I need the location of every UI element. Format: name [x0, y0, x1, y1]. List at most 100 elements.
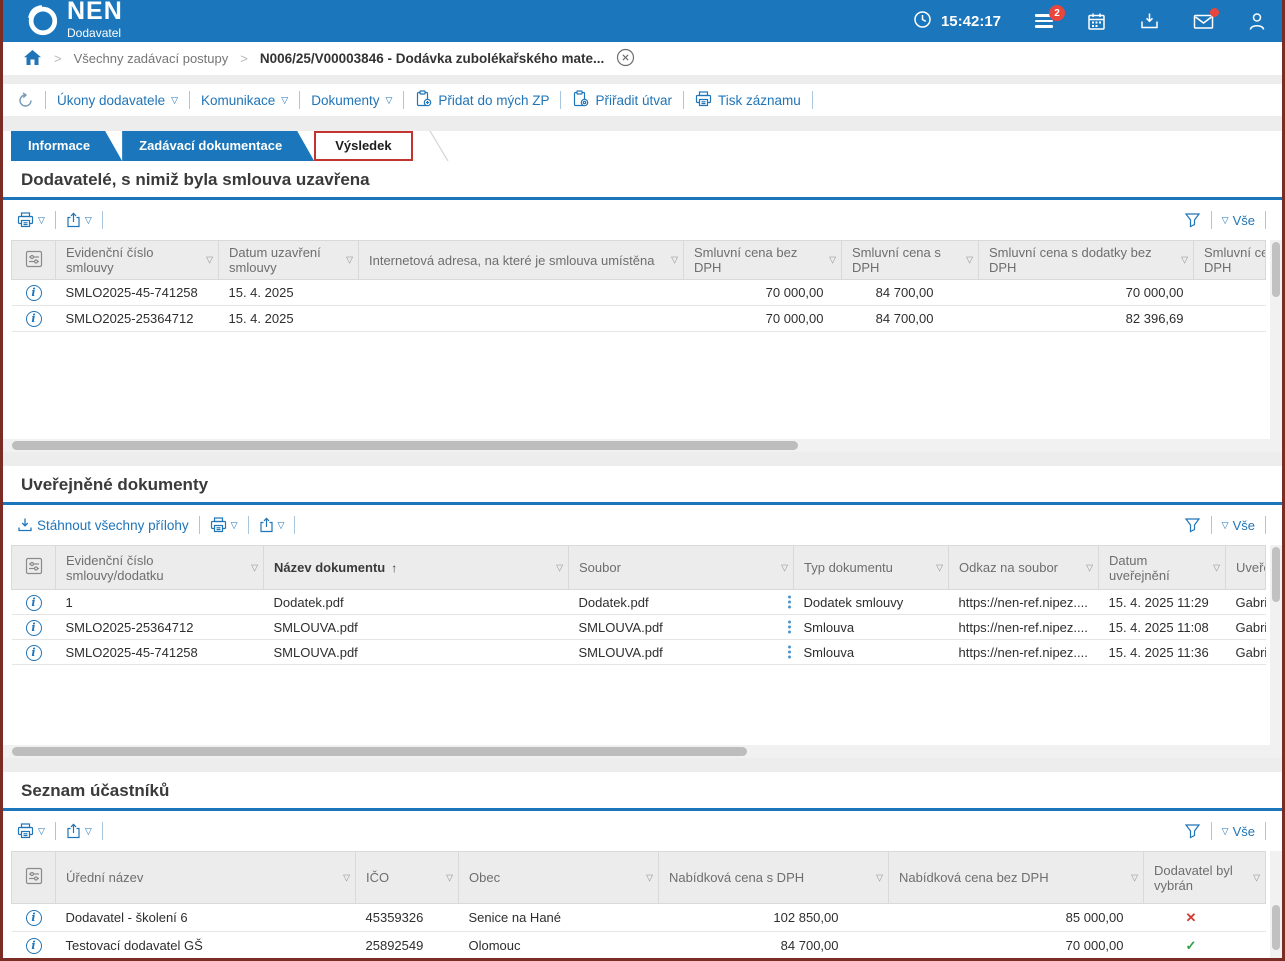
- info-icon[interactable]: i: [26, 910, 42, 926]
- scrollbar-thumb[interactable]: [12, 747, 747, 756]
- column-header[interactable]: Datum uveřejnění▽: [1099, 546, 1226, 590]
- column-filter-icon[interactable]: ▽: [556, 562, 563, 573]
- menu-komunikace[interactable]: Komunikace▽: [201, 93, 288, 108]
- table-row[interactable]: i SMLO2025-25364712 15. 4. 2025 70 000,0…: [12, 306, 1266, 332]
- vertical-scrollbar[interactable]: [1270, 851, 1282, 961]
- print-grid-button[interactable]: ▽: [17, 212, 45, 228]
- table-row[interactable]: i SMLO2025-25364712 SMLOUVA.pdf SMLOUVA.…: [12, 615, 1266, 640]
- table-row[interactable]: i SMLO2025-45-741258 15. 4. 2025 70 000,…: [12, 280, 1266, 306]
- filter-icon[interactable]: [1184, 212, 1201, 228]
- print-grid-button[interactable]: ▽: [17, 823, 45, 839]
- column-filter-icon[interactable]: ▽: [206, 255, 213, 266]
- column-filter-icon[interactable]: ▽: [1253, 872, 1260, 883]
- column-settings-icon[interactable]: [12, 546, 56, 590]
- column-header[interactable]: Nabídková cena s DPH▽: [659, 852, 889, 904]
- column-filter-icon[interactable]: ▽: [346, 255, 353, 266]
- column-filter-icon[interactable]: ▽: [966, 255, 973, 266]
- table-row[interactable]: i SMLO2025-45-741258 SMLOUVA.pdf SMLOUVA…: [12, 640, 1266, 665]
- downloads-icon[interactable]: [1140, 12, 1159, 30]
- assign-unit-button[interactable]: Přiřadit útvar: [572, 90, 672, 110]
- info-icon[interactable]: i: [26, 645, 42, 661]
- info-icon[interactable]: i: [26, 620, 42, 636]
- breadcrumb-parent[interactable]: Všechny zadávací postupy: [74, 51, 229, 66]
- column-filter-icon[interactable]: ▽: [646, 872, 653, 883]
- table-row[interactable]: i 1 Dodatek.pdf Dodatek.pdf Dodatek smlo…: [12, 590, 1266, 615]
- column-header[interactable]: Soubor▽: [569, 546, 794, 590]
- column-filter-icon[interactable]: ▽: [1131, 872, 1138, 883]
- messages-icon[interactable]: [1193, 13, 1214, 30]
- export-grid-button[interactable]: ▽: [66, 823, 92, 839]
- calendar-icon[interactable]: [1087, 12, 1106, 31]
- export-grid-button[interactable]: ▽: [66, 212, 92, 228]
- home-icon[interactable]: [23, 49, 42, 69]
- row-menu-icon[interactable]: [788, 621, 791, 634]
- tab-zadavaci-dokumentace[interactable]: Zadávací dokumentace: [122, 131, 314, 161]
- column-header[interactable]: Evidenční číslo smlouvy/dodatku▽: [56, 546, 264, 590]
- show-all-selector[interactable]: ▽Vše: [1222, 213, 1255, 228]
- table-row[interactable]: i Testovací dodavatel GŠ 25892549 Olomou…: [12, 932, 1266, 960]
- scrollbar-thumb[interactable]: [1272, 547, 1280, 602]
- column-filter-icon[interactable]: ▽: [1213, 562, 1220, 573]
- add-to-my-zp-button[interactable]: Přidat do mých ZP: [415, 90, 549, 110]
- download-all-attachments-button[interactable]: Stáhnout všechny přílohy: [17, 517, 189, 533]
- column-filter-icon[interactable]: ▽: [251, 562, 258, 573]
- column-header[interactable]: Smluvní cena s dodatky bez DPH▽: [979, 241, 1194, 280]
- column-header[interactable]: Nabídková cena bez DPH▽: [889, 852, 1144, 904]
- column-filter-icon[interactable]: ▽: [343, 872, 350, 883]
- scrollbar-thumb[interactable]: [1272, 905, 1280, 950]
- vertical-scrollbar[interactable]: [1270, 240, 1282, 452]
- tab-vysledek[interactable]: Výsledek: [314, 131, 412, 161]
- print-grid-button[interactable]: ▽: [210, 517, 238, 533]
- column-header[interactable]: Obec▽: [459, 852, 659, 904]
- column-filter-icon[interactable]: ▽: [446, 872, 453, 883]
- nen-logo[interactable]: NEN Dodavatel: [25, 0, 123, 42]
- menu-ukony-dodavatele[interactable]: Úkony dodavatele▽: [57, 93, 178, 108]
- column-filter-icon[interactable]: ▽: [829, 255, 836, 266]
- info-icon[interactable]: i: [26, 311, 42, 327]
- menu-dokumenty[interactable]: Dokumenty▽: [311, 93, 392, 108]
- column-header[interactable]: Dodavatel byl vybrán▽: [1144, 852, 1266, 904]
- file-link[interactable]: https://nen-ref.nipez....: [949, 640, 1099, 665]
- column-header[interactable]: Úřední název▽: [56, 852, 356, 904]
- column-filter-icon[interactable]: ▽: [1181, 255, 1188, 266]
- close-record-icon[interactable]: [616, 48, 635, 70]
- column-settings-icon[interactable]: [12, 241, 56, 280]
- export-grid-button[interactable]: ▽: [259, 517, 285, 533]
- info-icon[interactable]: i: [26, 285, 42, 301]
- column-settings-icon[interactable]: [12, 852, 56, 904]
- tab-informace[interactable]: Informace: [11, 131, 122, 161]
- table-row[interactable]: i Dodavatel - školení 6 45359326 Senice …: [12, 904, 1266, 932]
- column-filter-icon[interactable]: ▽: [876, 872, 883, 883]
- row-menu-icon[interactable]: [788, 596, 791, 609]
- show-all-selector[interactable]: ▽Vše: [1222, 824, 1255, 839]
- column-header[interactable]: Smluvní cena s DPH▽: [842, 241, 979, 280]
- print-record-button[interactable]: Tisk záznamu: [695, 91, 801, 110]
- user-profile-icon[interactable]: [1248, 12, 1266, 31]
- column-filter-icon[interactable]: ▽: [936, 562, 943, 573]
- column-header[interactable]: Datum uzavření smlouvy▽: [219, 241, 359, 280]
- column-header[interactable]: IČO▽: [356, 852, 459, 904]
- info-icon[interactable]: i: [26, 595, 42, 611]
- info-icon[interactable]: i: [26, 938, 42, 954]
- column-header[interactable]: Smluvní cena s dodatky s DPH: [1194, 241, 1266, 280]
- file-link[interactable]: https://nen-ref.nipez....: [949, 615, 1099, 640]
- column-header[interactable]: Smluvní cena bez DPH▽: [684, 241, 842, 280]
- filter-icon[interactable]: [1184, 823, 1201, 839]
- column-header[interactable]: Odkaz na soubor▽: [949, 546, 1099, 590]
- column-header[interactable]: Uveřejnil: [1226, 546, 1266, 590]
- horizontal-scrollbar[interactable]: [3, 745, 1270, 758]
- refresh-icon[interactable]: [17, 92, 34, 109]
- horizontal-scrollbar[interactable]: [3, 439, 1270, 452]
- file-link[interactable]: https://nen-ref.nipez....: [949, 590, 1099, 615]
- row-menu-icon[interactable]: [788, 646, 791, 659]
- show-all-selector[interactable]: ▽Vše: [1222, 518, 1255, 533]
- notifications-menu-icon[interactable]: 2: [1035, 14, 1053, 28]
- column-header[interactable]: Evidenční číslo smlouvy▽: [56, 241, 219, 280]
- column-filter-icon[interactable]: ▽: [671, 255, 678, 266]
- column-header[interactable]: Internetová adresa, na které je smlouva …: [359, 241, 684, 280]
- filter-icon[interactable]: [1184, 517, 1201, 533]
- scrollbar-thumb[interactable]: [12, 441, 798, 450]
- column-filter-icon[interactable]: ▽: [781, 562, 788, 573]
- scrollbar-thumb[interactable]: [1272, 242, 1280, 297]
- column-header[interactable]: Typ dokumentu▽: [794, 546, 949, 590]
